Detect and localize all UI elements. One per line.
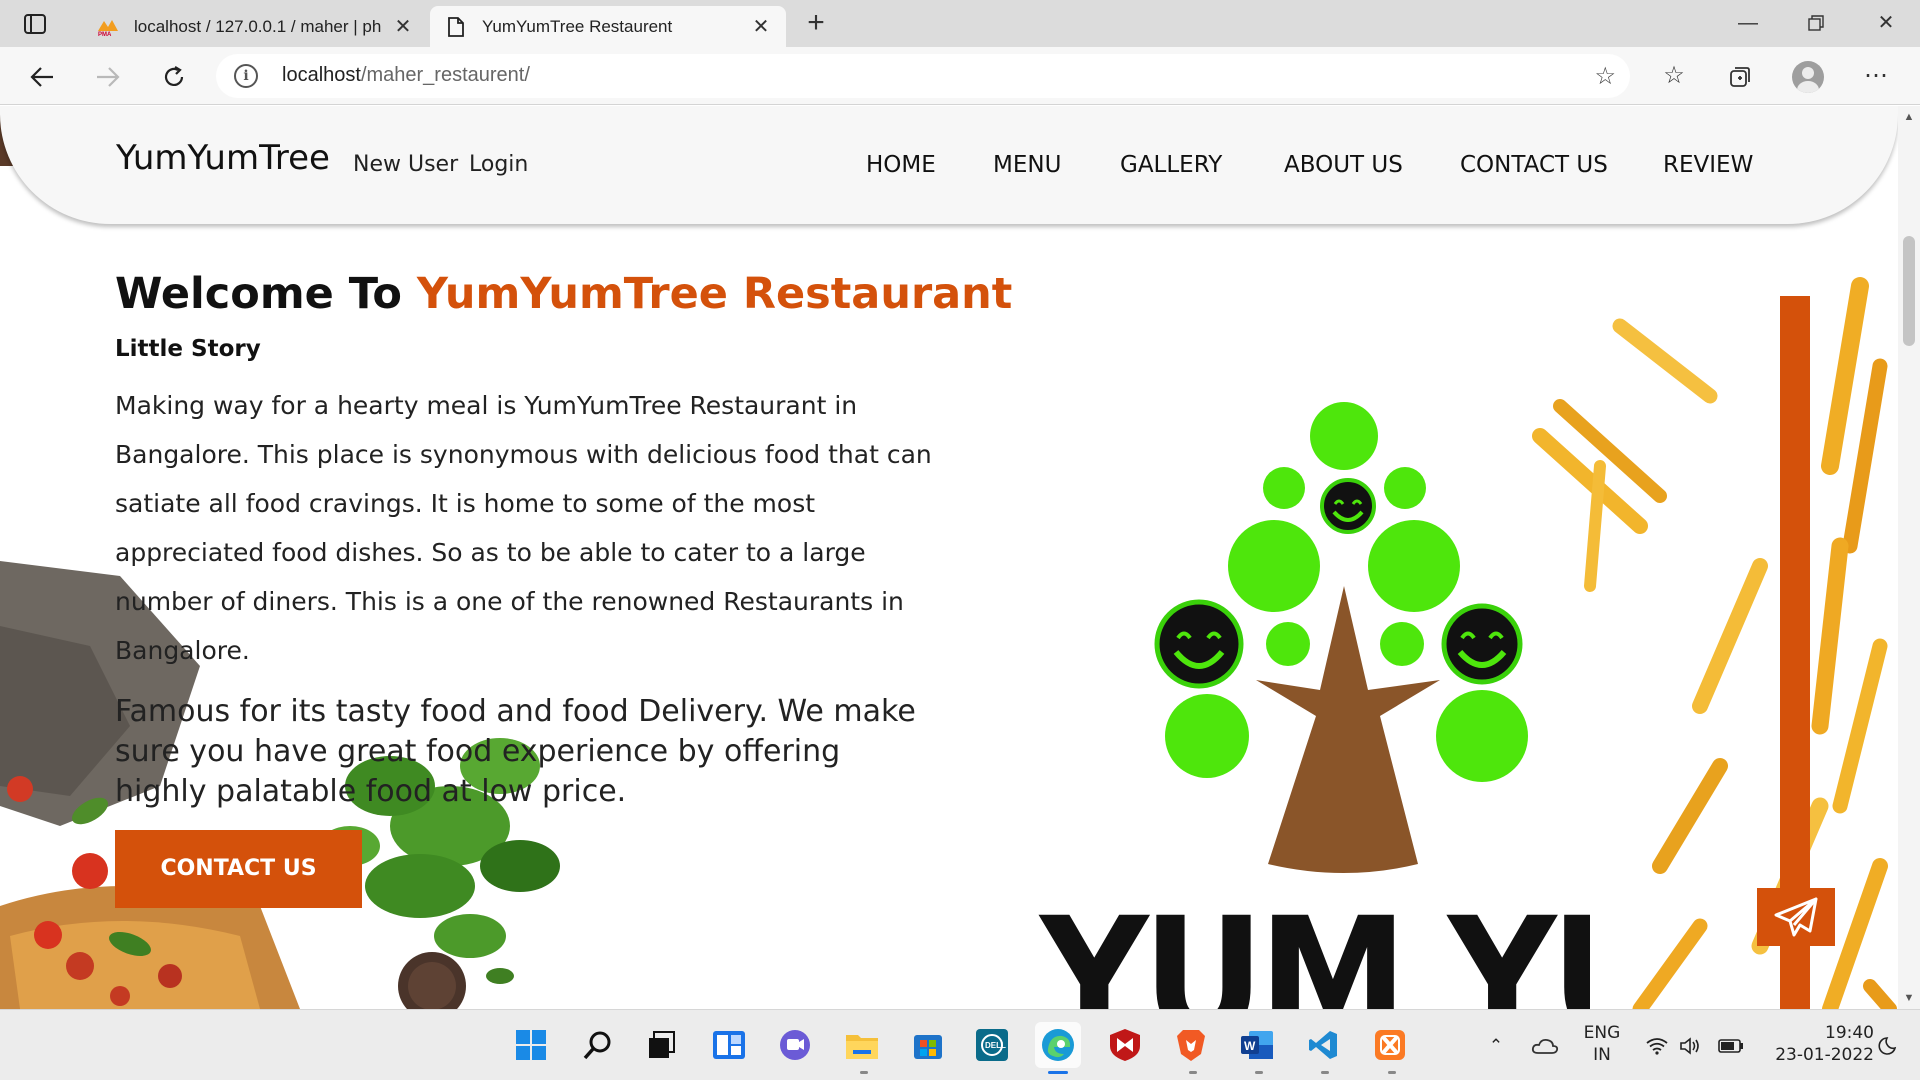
- tab-restaurant[interactable]: YumYumTree Restaurent ✕: [430, 6, 786, 47]
- close-window-icon[interactable]: ✕: [1866, 6, 1906, 40]
- contact-us-button[interactable]: CONTACT US: [115, 830, 362, 908]
- tab-title: YumYumTree Restaurent: [482, 16, 673, 36]
- minimize-icon[interactable]: —: [1728, 6, 1768, 40]
- task-view-icon[interactable]: [638, 1022, 684, 1068]
- new-tab-icon[interactable]: +: [800, 8, 832, 40]
- running-indicator: [1255, 1071, 1263, 1074]
- new-user-link[interactable]: New User: [353, 152, 458, 177]
- nav-about-us[interactable]: ABOUT US: [1284, 152, 1403, 178]
- svg-text:DELL: DELL: [985, 1041, 1006, 1050]
- language-indicator[interactable]: ENG IN: [1575, 1022, 1629, 1066]
- add-favorite-icon[interactable]: ☆: [1594, 62, 1616, 91]
- battery-icon[interactable]: [1714, 1010, 1748, 1080]
- page-icon: [444, 16, 468, 38]
- volume-icon[interactable]: [1676, 1010, 1706, 1080]
- windows-start-icon[interactable]: [508, 1022, 554, 1068]
- nav-gallery[interactable]: GALLERY: [1120, 152, 1222, 178]
- running-indicator: [1388, 1071, 1396, 1074]
- widgets-icon[interactable]: [706, 1022, 752, 1068]
- running-indicator: [1321, 1071, 1329, 1074]
- dell-icon[interactable]: DELL: [969, 1022, 1015, 1068]
- close-tab-icon[interactable]: ✕: [392, 14, 414, 39]
- svg-text:PMA: PMA: [98, 32, 112, 37]
- taskbar: DELL W ⌃ ENG IN 19:40 23-01-2022: [0, 1009, 1920, 1080]
- show-hidden-icons[interactable]: ⌃: [1484, 1010, 1508, 1080]
- nav-menu[interactable]: MENU: [993, 152, 1061, 178]
- paper-plane-icon: [1774, 897, 1818, 937]
- vscode-icon[interactable]: [1300, 1022, 1346, 1068]
- tab-actions-icon[interactable]: [20, 9, 50, 39]
- forward-icon[interactable]: [90, 59, 126, 95]
- mcafee-icon[interactable]: [1102, 1022, 1148, 1068]
- url-text: localhost/maher_restaurent/: [282, 64, 530, 86]
- scroll-down-icon[interactable]: ▼: [1898, 989, 1920, 1007]
- xampp-icon[interactable]: [1367, 1022, 1413, 1068]
- favorites-icon[interactable]: ☆: [1656, 59, 1692, 95]
- collections-icon[interactable]: [1722, 59, 1758, 95]
- story-paragraph: Making way for a hearty meal is YumYumTr…: [115, 391, 932, 665]
- file-explorer-icon[interactable]: [839, 1022, 885, 1068]
- back-icon[interactable]: [24, 59, 60, 95]
- profile-avatar[interactable]: [1792, 61, 1824, 93]
- scroll-thumb[interactable]: [1903, 236, 1915, 346]
- active-app-indicator: [1048, 1071, 1068, 1074]
- tab-title: localhost / 127.0.0.1 / maher | ph: [134, 16, 382, 36]
- reload-icon[interactable]: [156, 59, 192, 95]
- svg-text:W: W: [1244, 1039, 1256, 1053]
- teams-chat-icon[interactable]: [772, 1022, 818, 1068]
- scroll-up-icon[interactable]: ▲: [1898, 108, 1920, 126]
- site-header: YumYumTree New User Login HOME MENU GALL…: [0, 106, 1898, 224]
- brand-wordmark: YUM YUM: [1038, 883, 1590, 1009]
- running-indicator: [1189, 1071, 1197, 1074]
- clock[interactable]: 19:40 23-01-2022: [1754, 1022, 1874, 1066]
- nav-contact-us[interactable]: CONTACT US: [1460, 152, 1608, 178]
- brave-browser-icon[interactable]: [1168, 1022, 1214, 1068]
- smiley-face-icon: [1320, 478, 1376, 534]
- site-info-icon[interactable]: i: [234, 64, 258, 88]
- send-message-button[interactable]: [1757, 888, 1835, 946]
- tab-phpmyadmin[interactable]: PMA localhost / 127.0.0.1 / maher | ph ✕: [82, 6, 428, 47]
- notifications-icon[interactable]: [1872, 1010, 1902, 1080]
- close-tab-icon[interactable]: ✕: [750, 14, 772, 39]
- nav-home[interactable]: HOME: [866, 152, 936, 178]
- search-icon[interactable]: [575, 1022, 621, 1068]
- wifi-icon[interactable]: [1642, 1010, 1672, 1080]
- page-viewport: YumYumTree New User Login HOME MENU GALL…: [0, 106, 1898, 1009]
- url-field[interactable]: i localhost/maher_restaurent/ ☆: [216, 54, 1630, 98]
- smiley-face-icon: [1154, 599, 1244, 689]
- login-link[interactable]: Login: [469, 152, 528, 177]
- phpmyadmin-icon: PMA: [96, 16, 120, 38]
- onedrive-cloud-icon[interactable]: [1528, 1010, 1562, 1080]
- microsoft-store-icon[interactable]: [905, 1022, 951, 1068]
- tab-bar: PMA localhost / 127.0.0.1 / maher | ph ✕…: [0, 0, 1920, 47]
- nav-review[interactable]: REVIEW: [1663, 152, 1753, 178]
- page-scrollbar[interactable]: ▲ ▼: [1898, 106, 1920, 1009]
- site-logo[interactable]: YumYumTree: [116, 138, 330, 178]
- address-toolbar: i localhost/maher_restaurent/ ☆ ☆ ⋯: [0, 47, 1920, 105]
- word-icon[interactable]: W: [1234, 1022, 1280, 1068]
- yumyum-tree-logo: YUM YUM: [1038, 402, 1590, 1009]
- edge-browser-icon[interactable]: [1035, 1022, 1081, 1068]
- more-menu-icon[interactable]: ⋯: [1858, 59, 1894, 95]
- smiley-face-icon: [1441, 603, 1523, 685]
- running-indicator: [860, 1071, 868, 1074]
- restore-icon[interactable]: [1796, 6, 1836, 40]
- promo-paragraph: Famous for its tasty food and food Deliv…: [115, 694, 916, 809]
